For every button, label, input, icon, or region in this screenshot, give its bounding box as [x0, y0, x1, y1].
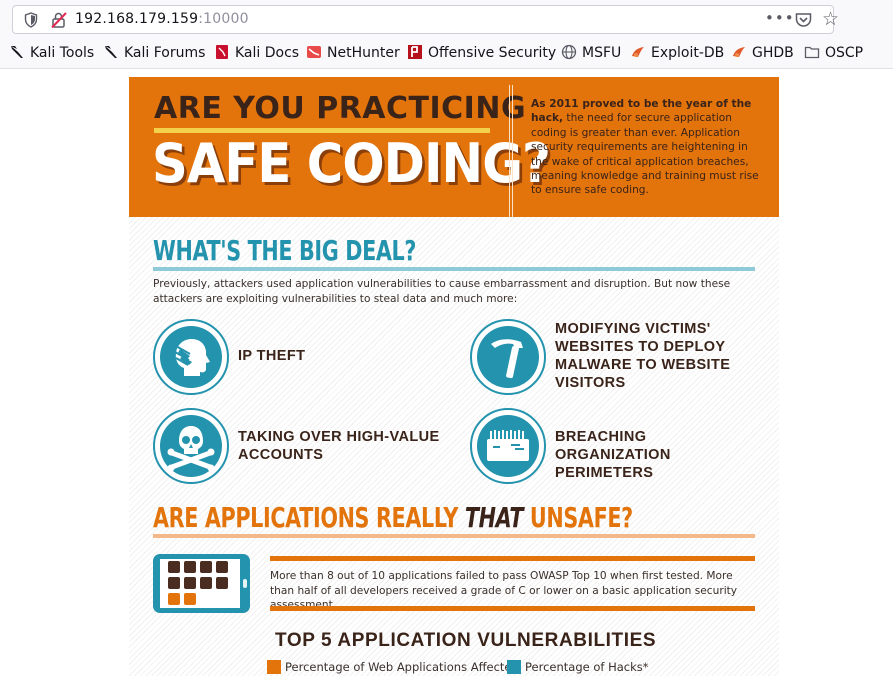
bookmark-kali-tools[interactable]: Kali Tools	[9, 44, 94, 62]
bookmark-ghdb[interactable]: GHDB	[731, 44, 794, 62]
page-actions-menu-icon[interactable]: •••	[765, 9, 795, 27]
threat-label: BREACHING ORGANIZATION PERIMETERS	[555, 429, 671, 481]
legend-item-hacks: Percentage of Hacks*	[507, 660, 649, 674]
nethunter-icon	[307, 46, 321, 58]
tablet-cell-failed	[216, 561, 228, 573]
safe-coding-infographic: ARE YOU PRACTICING SAFE CODING? As 2011 …	[129, 77, 779, 676]
bookmark-label: MSFU	[582, 45, 622, 61]
section-rule	[153, 267, 755, 271]
tracking-shield-icon[interactable]	[24, 12, 38, 28]
url-bar-row: 192.168.179.159:10000 ••• ☆	[0, 0, 893, 38]
bookmark-label: Exploit-DB	[651, 45, 725, 61]
url-host: 192.168.179.159	[75, 11, 199, 27]
wall-icon	[487, 430, 529, 461]
tablet-cell-failed	[200, 577, 212, 589]
bookmark-exploit-db[interactable]: Exploit-DB	[630, 44, 724, 62]
bookmark-label: Kali Tools	[30, 45, 95, 61]
stat-rule	[270, 556, 755, 561]
tablet-screen	[160, 559, 240, 608]
stat-rule	[270, 606, 755, 611]
pocket-icon[interactable]	[795, 12, 812, 28]
kali-docs-icon	[216, 45, 228, 59]
url-text[interactable]: 192.168.179.159:10000	[75, 11, 249, 27]
insecure-lock-icon[interactable]	[50, 11, 68, 29]
globe-icon	[561, 44, 577, 60]
section-rule	[153, 534, 755, 538]
heading-part: UNSAFE?	[523, 501, 633, 534]
tablet-illustration	[153, 554, 250, 613]
banner-divider	[509, 85, 513, 217]
bookmark-label: NetHunter	[327, 45, 400, 61]
bookmark-label: Kali Docs	[235, 45, 300, 61]
tablet-home-button	[243, 579, 247, 588]
tablet-cell-failed	[168, 577, 180, 589]
threat-label: TAKING OVER HIGH-VALUE ACCOUNTS	[238, 429, 440, 463]
bookmark-label: Kali Forums	[124, 45, 206, 61]
banner-title-main: SAFE CODING?	[152, 132, 551, 195]
hammer-icon	[491, 339, 523, 379]
banner-title-top: ARE YOU PRACTICING	[154, 91, 527, 126]
heading-part: ARE APPLICATIONS REALLY	[153, 501, 465, 534]
head-hand-icon	[174, 339, 210, 376]
banner-intro-body: the need for secure application coding i…	[531, 112, 759, 197]
tablet-cell-failed	[168, 561, 180, 573]
bookmark-label: OSCP	[825, 45, 864, 61]
tablet-cell-failed	[184, 561, 196, 573]
bookmark-label: GHDB	[752, 45, 794, 61]
big-deal-intro: Previously, attackers used application v…	[153, 278, 731, 305]
address-bar[interactable]: 192.168.179.159:10000 ••• ☆	[12, 5, 839, 34]
legend-swatch	[507, 660, 521, 674]
kali-dragon-icon	[11, 46, 23, 58]
threat-label: MODIFYING VICTIMS' WEBSITES TO DEPLOY MA…	[555, 321, 731, 391]
threat-icon-badge	[153, 408, 229, 484]
bookmark-offensive-security[interactable]: Offensive Security	[407, 44, 556, 62]
bookmark-msfu[interactable]: MSFU	[561, 44, 621, 62]
kali-dragon-icon	[105, 46, 117, 58]
skull-crossbones-icon	[167, 426, 215, 472]
banner-intro: As 2011 proved to be the year of the hac…	[531, 97, 763, 198]
tablet-cell-failed	[184, 577, 196, 589]
bookmark-nethunter[interactable]: NetHunter	[306, 44, 400, 62]
threat-label: IP THEFT	[238, 348, 306, 364]
legend-label: Percentage of Web Applications Affected	[285, 660, 519, 674]
tablet-cell-passed	[168, 593, 180, 605]
hero-banner: ARE YOU PRACTICING SAFE CODING? As 2011 …	[129, 77, 779, 217]
legend-swatch	[267, 660, 281, 674]
bookmark-folder-oscp[interactable]: OSCP	[804, 44, 863, 62]
exploitdb-icon	[733, 47, 745, 57]
threat-icon-badge	[470, 319, 546, 395]
threat-icon-badge	[470, 408, 546, 484]
exploitdb-icon	[632, 47, 644, 57]
bookmark-label: Offensive Security	[428, 45, 557, 61]
bookmark-star-icon[interactable]: ☆	[822, 9, 839, 29]
threat-icon-badge	[153, 319, 229, 395]
offsec-icon	[408, 45, 422, 59]
section-heading-big-deal: WHAT'S THE BIG DEAL?	[153, 234, 417, 267]
tablet-cell-passed	[184, 593, 196, 605]
legend-item-apps: Percentage of Web Applications Affected	[267, 660, 519, 674]
top5-heading: TOP 5 APPLICATION VULNERABILITIES	[275, 630, 657, 651]
legend-label: Percentage of Hacks*	[525, 660, 649, 674]
tablet-cell-failed	[216, 577, 228, 589]
section-heading-unsafe: ARE APPLICATIONS REALLY THAT UNSAFE?	[153, 501, 633, 534]
heading-emphasis: THAT	[464, 501, 524, 534]
folder-icon	[804, 46, 820, 59]
bookmark-kali-forums[interactable]: Kali Forums	[103, 44, 205, 62]
url-port: :10000	[198, 11, 249, 27]
tablet-cell-failed	[200, 561, 212, 573]
bookmark-kali-docs[interactable]: Kali Docs	[214, 44, 299, 62]
bookmarks-toolbar: Kali Tools Kali Forums Kali Docs NetHunt…	[0, 38, 893, 69]
